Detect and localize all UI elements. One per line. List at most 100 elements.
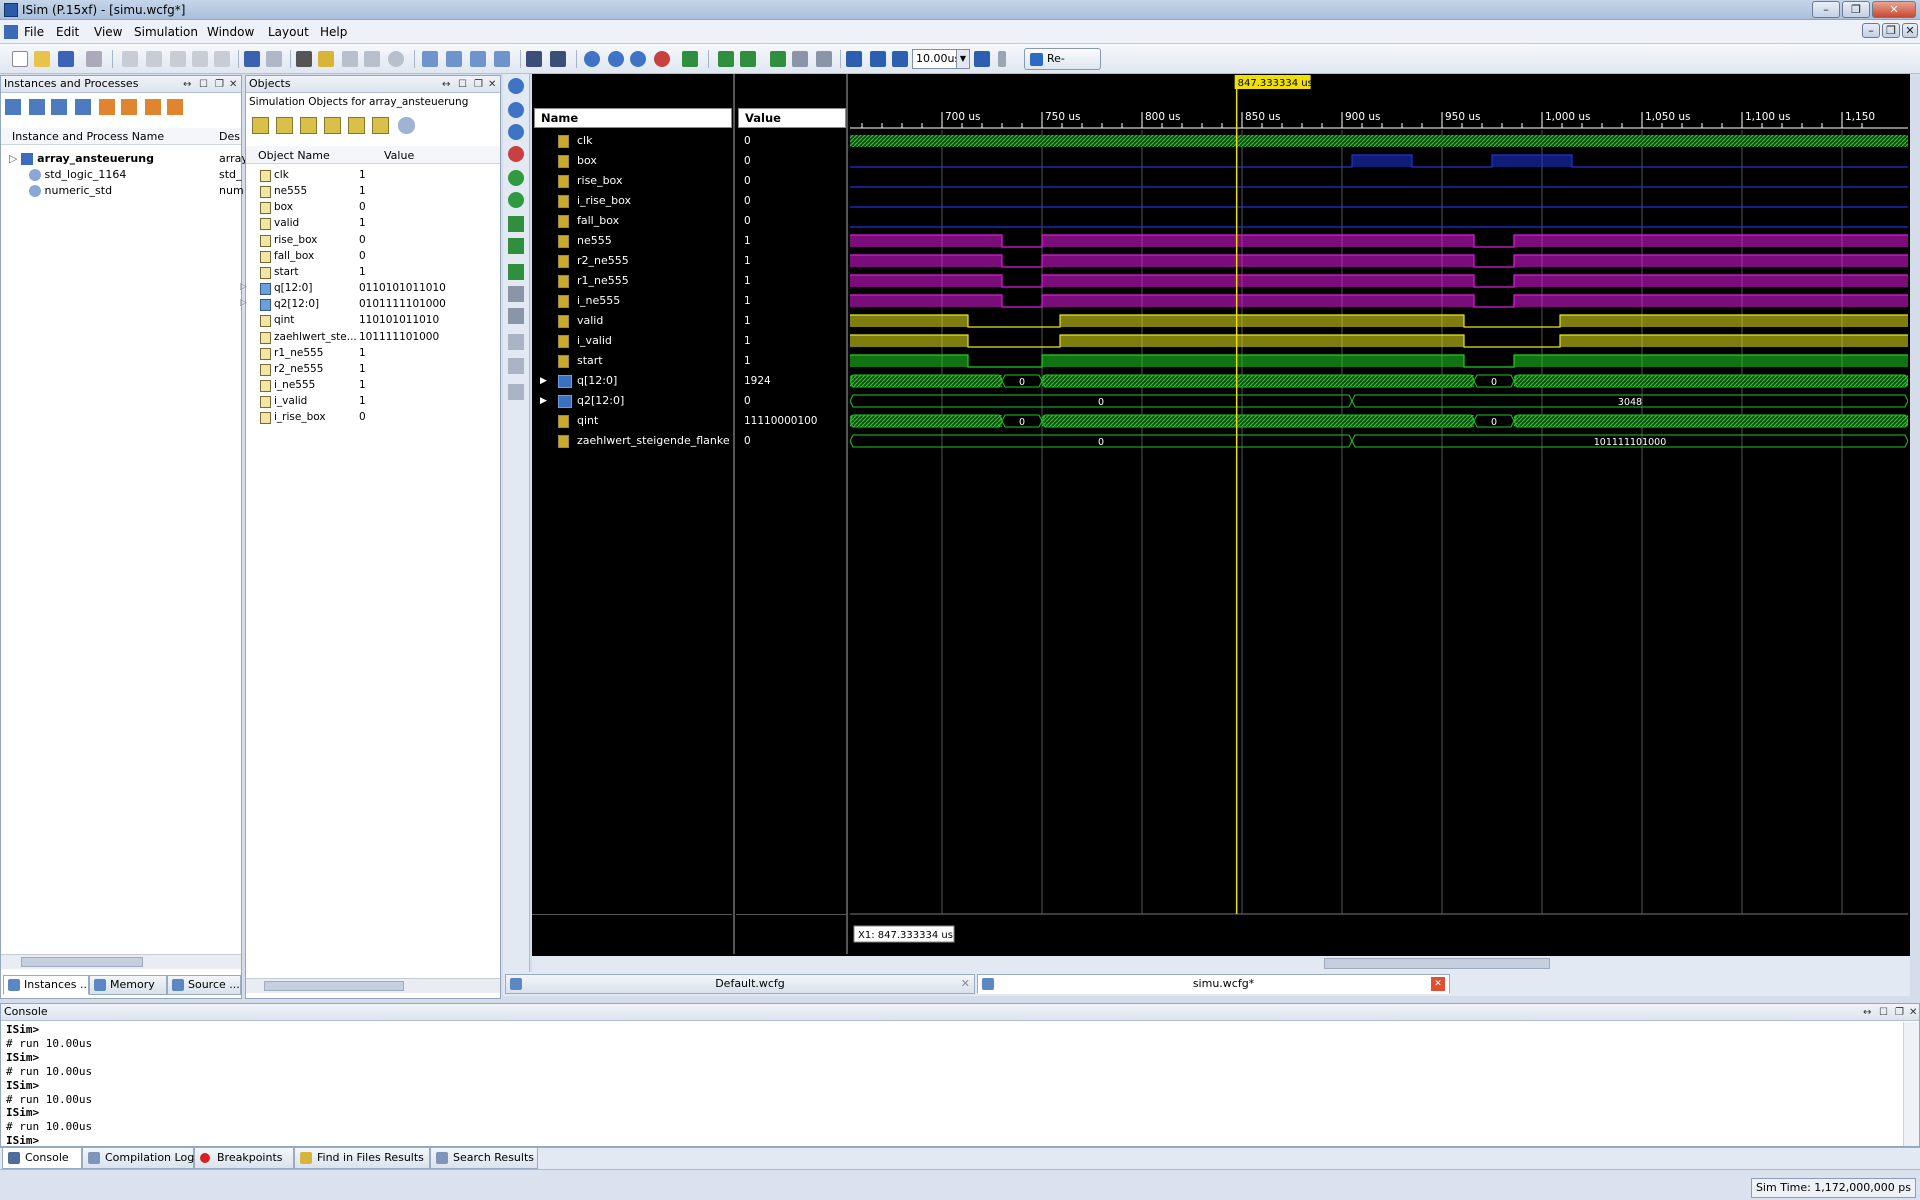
object-row[interactable]: r2_ne555 1 (260, 362, 498, 378)
object-row[interactable]: ▷ q2[12:0] 0101111101000 (240, 297, 498, 313)
run-time-input[interactable]: 10.00us ▼ (912, 49, 970, 69)
redo-icon[interactable] (266, 51, 282, 67)
expand-icon[interactable]: ▶ (540, 371, 547, 391)
tile-vertical-icon[interactable] (470, 51, 486, 67)
menu-edit[interactable]: Edit (56, 25, 79, 39)
signal-name-row[interactable]: q2[12:0] (577, 391, 624, 411)
tile-horizontal-icon[interactable] (446, 51, 462, 67)
object-row[interactable]: qint 110101011010 (260, 313, 498, 329)
object-row[interactable]: i_ne555 1 (260, 378, 498, 394)
tab-search-results[interactable]: Search Results (430, 1148, 538, 1169)
toolbar-icon[interactable] (75, 99, 91, 115)
go-end-icon[interactable] (508, 192, 524, 208)
tab-simu-wcfg[interactable]: simu.wcfg* ✕ (977, 974, 1450, 994)
restart-icon[interactable] (846, 51, 862, 67)
menu-file[interactable]: File (24, 25, 44, 39)
filter-internal-icon[interactable] (324, 117, 341, 134)
add-marker-icon[interactable] (770, 51, 786, 67)
settings-icon[interactable] (526, 51, 542, 67)
add-marker-icon[interactable] (508, 264, 524, 280)
paste-icon[interactable] (170, 51, 186, 67)
tab-find-in-files[interactable]: Find in Files Results (294, 1148, 430, 1169)
filter-output-icon[interactable] (276, 117, 293, 134)
open-folder-icon[interactable] (34, 51, 50, 67)
float-icon[interactable]: ☐ (1879, 1005, 1888, 1021)
expand-icon[interactable]: ▷ (9, 152, 17, 165)
signal-name-row[interactable]: rise_box (577, 171, 622, 191)
next-transition-icon[interactable] (740, 51, 756, 67)
tab-memory[interactable]: Memory (89, 975, 167, 995)
close-icon[interactable]: ✕ (1909, 1005, 1917, 1021)
zoom-fit-icon[interactable] (508, 124, 524, 140)
prev-transition-icon[interactable] (718, 51, 734, 67)
binoculars-icon[interactable] (296, 51, 312, 67)
object-row[interactable]: i_rise_box 0 (260, 410, 498, 426)
prev-marker-icon[interactable] (792, 51, 808, 67)
zoom-in-icon[interactable] (584, 51, 600, 67)
cut-icon[interactable] (122, 51, 138, 67)
signal-name-row[interactable]: zaehlwert_steigende_flanke (577, 431, 730, 451)
tab-breakpoints[interactable]: Breakpoints (194, 1148, 294, 1169)
up-arrow-icon[interactable] (364, 51, 380, 67)
swap-cursors-icon[interactable] (508, 334, 524, 350)
filter-variable-icon[interactable] (372, 117, 389, 134)
menu-layout[interactable]: Layout (268, 25, 309, 39)
doc-minimize-button[interactable]: – (1862, 23, 1880, 38)
zoom-in-icon[interactable] (508, 78, 524, 94)
signal-name-row[interactable]: clk (577, 131, 592, 151)
menu-help[interactable]: Help (320, 25, 347, 39)
find-icon[interactable] (214, 51, 230, 67)
signal-name-row[interactable]: i_ne555 (577, 291, 620, 311)
object-row[interactable]: clk 1 (260, 168, 498, 184)
menu-view[interactable]: View (94, 25, 122, 39)
object-row[interactable]: valid 1 (260, 216, 498, 232)
zoom-cursor-icon[interactable] (654, 51, 670, 67)
zoom-fit-icon[interactable] (630, 51, 646, 67)
wave-value-header[interactable]: Value (738, 108, 846, 128)
object-row[interactable]: i_valid 1 (260, 394, 498, 410)
signal-name-row[interactable]: i_rise_box (577, 191, 631, 211)
signal-name-row[interactable]: box (577, 151, 597, 171)
minimize-button[interactable]: – (1812, 1, 1840, 18)
run-for-icon[interactable] (892, 51, 908, 67)
toolbar-icon[interactable] (145, 99, 161, 115)
signal-name-row[interactable]: r1_ne555 (577, 271, 629, 291)
tab-default-wcfg[interactable]: Default.wcfg ✕ (505, 974, 975, 994)
next-marker-icon[interactable] (508, 308, 524, 324)
col-instance-name[interactable]: Instance and Process Name (12, 130, 164, 143)
close-icon[interactable]: ✕ (1431, 977, 1445, 991)
function-icon[interactable] (121, 99, 137, 115)
col-object-name[interactable]: Object Name (258, 149, 330, 162)
signal-name-row[interactable]: qint (577, 411, 598, 431)
pin-icon[interactable]: ↔ (1863, 1005, 1871, 1021)
doc-restore-button[interactable]: ❐ (1882, 23, 1900, 38)
doc-close-button[interactable]: ✕ (1902, 23, 1918, 38)
maximize-icon[interactable]: ❐ (1895, 1005, 1904, 1021)
scrollbar-thumb[interactable] (21, 957, 143, 967)
toolbar-icon[interactable] (5, 99, 21, 115)
toolbar-icon[interactable] (29, 99, 45, 115)
expand-icon[interactable]: ▷ (240, 298, 247, 308)
prev-marker-icon[interactable] (508, 286, 524, 302)
tab-console[interactable]: Console (2, 1148, 82, 1169)
go-beginning-icon[interactable] (508, 170, 524, 186)
objects-scrollbar[interactable] (246, 978, 500, 993)
next-marker-icon[interactable] (816, 51, 832, 67)
signal-name-row[interactable]: i_valid (577, 331, 612, 351)
help-icon[interactable] (550, 51, 566, 67)
next-transition-icon[interactable] (508, 238, 524, 254)
close-button[interactable]: ✕ (1872, 1, 1916, 18)
menu-simulation[interactable]: Simulation (134, 25, 198, 39)
tab-compilation-log[interactable]: Compilation Log (82, 1148, 194, 1169)
save-icon[interactable] (58, 51, 74, 67)
refresh-icon[interactable] (682, 51, 698, 67)
tab-source[interactable]: Source ... (167, 975, 241, 995)
run-all-icon[interactable] (870, 51, 886, 67)
scrollbar-thumb[interactable] (264, 981, 404, 991)
copy-icon[interactable] (146, 51, 162, 67)
window-icon[interactable] (494, 51, 510, 67)
float-icon[interactable]: ☐ (458, 77, 467, 93)
pause-icon[interactable] (998, 51, 1006, 67)
close-icon[interactable]: ✕ (961, 975, 970, 993)
snap-icon[interactable] (508, 358, 524, 374)
